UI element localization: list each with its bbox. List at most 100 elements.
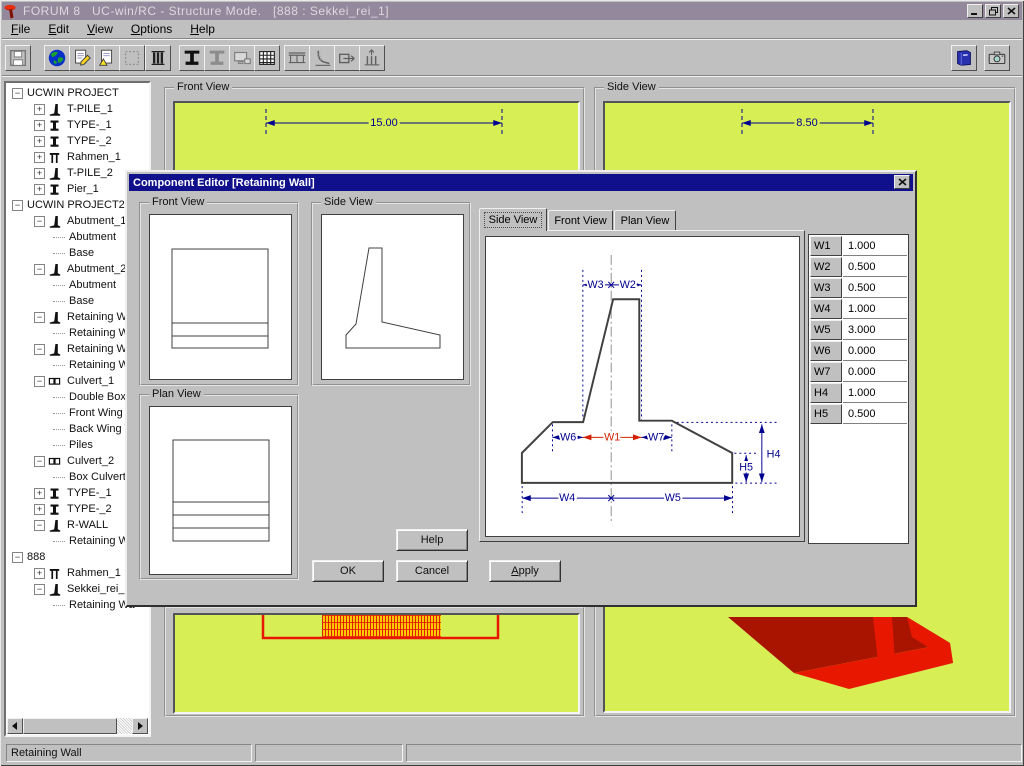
param-name-h5[interactable]: H5 bbox=[810, 404, 842, 424]
menu-options[interactable]: Options bbox=[122, 20, 181, 38]
param-value-w5[interactable]: 3.000 bbox=[843, 320, 907, 340]
piles-toolbar-button[interactable] bbox=[359, 45, 385, 71]
ok-button[interactable]: OK bbox=[312, 560, 384, 582]
export-document-toolbar-button[interactable] bbox=[94, 45, 120, 71]
dialog-close-button[interactable] bbox=[894, 175, 910, 189]
param-name-w2[interactable]: W2 bbox=[810, 257, 842, 277]
param-name-w6[interactable]: W6 bbox=[810, 341, 842, 361]
culvert-toolbar-button[interactable] bbox=[334, 45, 360, 71]
param-name-w3[interactable]: W3 bbox=[810, 278, 842, 298]
expand-icon[interactable]: + bbox=[34, 504, 45, 515]
side-view-dimension: 8.50 bbox=[796, 117, 817, 129]
t-pile-toolbar-button[interactable] bbox=[179, 45, 205, 71]
t-beam-3d-render bbox=[728, 617, 953, 689]
tree-item-ucwin-project[interactable]: −UCWIN PROJECT bbox=[7, 85, 148, 101]
tree-item-t-pile-1[interactable]: +T-PILE_1 bbox=[7, 101, 148, 117]
expand-icon[interactable]: + bbox=[34, 136, 45, 147]
menu-edit[interactable]: Edit bbox=[39, 20, 78, 38]
collapse-icon[interactable]: − bbox=[34, 216, 45, 227]
param-name-w1[interactable]: W1 bbox=[810, 236, 842, 256]
dialog-front-view-label: Front View bbox=[149, 196, 207, 208]
collapse-icon[interactable]: − bbox=[34, 312, 45, 323]
param-name-w5[interactable]: W5 bbox=[810, 320, 842, 340]
retaining-wall-toolbar-button[interactable] bbox=[309, 45, 335, 71]
collapse-icon[interactable]: − bbox=[34, 264, 45, 275]
collapse-icon[interactable]: − bbox=[12, 88, 23, 99]
app-logo-icon bbox=[4, 4, 19, 19]
status-pane-3 bbox=[406, 744, 1022, 762]
bridge-toolbar-button[interactable] bbox=[284, 45, 310, 71]
computer-toolbar-button[interactable] bbox=[229, 45, 255, 71]
expand-icon[interactable]: + bbox=[34, 184, 45, 195]
columns-toolbar-button[interactable] bbox=[145, 45, 171, 71]
collapse-icon[interactable]: − bbox=[12, 552, 23, 563]
tree-item-rahmen-1[interactable]: +Rahmen_1 bbox=[7, 149, 148, 165]
tree-item-label: Piles bbox=[69, 439, 93, 451]
front-view-dimension: 15.00 bbox=[370, 117, 398, 129]
expand-icon[interactable]: + bbox=[34, 568, 45, 579]
expand-icon[interactable]: + bbox=[34, 120, 45, 131]
tab-side-view[interactable]: Side View bbox=[479, 208, 547, 231]
param-value-w6[interactable]: 0.000 bbox=[843, 341, 907, 361]
cancel-button[interactable]: Cancel bbox=[396, 560, 468, 582]
expand-icon[interactable]: + bbox=[34, 488, 45, 499]
select-region-toolbar-button[interactable] bbox=[119, 45, 145, 71]
expand-icon[interactable]: + bbox=[34, 168, 45, 179]
svg-text:W3: W3 bbox=[587, 279, 603, 291]
close-button[interactable] bbox=[1003, 4, 1019, 18]
expand-icon[interactable]: + bbox=[34, 104, 45, 115]
scroll-left-button[interactable] bbox=[7, 718, 23, 734]
param-value-w1[interactable]: 1.000 bbox=[843, 236, 907, 256]
param-value-w4[interactable]: 1.000 bbox=[843, 299, 907, 319]
collapse-icon[interactable]: − bbox=[34, 344, 45, 355]
tree-item-label: T-PILE_2 bbox=[67, 167, 113, 179]
dialog-titlebar[interactable]: Component Editor [Retaining Wall] bbox=[129, 174, 913, 191]
save-toolbar-button[interactable] bbox=[5, 45, 31, 71]
minimize-button[interactable] bbox=[967, 4, 983, 18]
svg-text:W4: W4 bbox=[559, 492, 575, 504]
help-button[interactable]: Help bbox=[396, 529, 468, 551]
tree-item-type-2[interactable]: +TYPE-_2 bbox=[7, 133, 148, 149]
collapse-icon[interactable]: − bbox=[34, 456, 45, 467]
param-name-w7[interactable]: W7 bbox=[810, 362, 842, 382]
restore-button[interactable] bbox=[985, 4, 1001, 18]
param-name-w4[interactable]: W4 bbox=[810, 299, 842, 319]
pi-icon bbox=[48, 567, 63, 580]
collapse-icon[interactable]: − bbox=[34, 584, 45, 595]
grid-table-toolbar-button[interactable] bbox=[254, 45, 280, 71]
param-value-h4[interactable]: 1.000 bbox=[843, 383, 907, 403]
tab-plan-view[interactable]: Plan View bbox=[614, 210, 676, 230]
tree-item-type-1[interactable]: +TYPE-_1 bbox=[7, 117, 148, 133]
param-value-w7[interactable]: 0.000 bbox=[843, 362, 907, 382]
collapse-icon[interactable]: − bbox=[12, 200, 23, 211]
expand-icon[interactable]: + bbox=[34, 152, 45, 163]
tab-front-view[interactable]: Front View bbox=[548, 210, 613, 230]
svg-text:W6: W6 bbox=[560, 431, 576, 443]
menu-help[interactable]: Help bbox=[181, 20, 224, 38]
param-value-h5[interactable]: 0.500 bbox=[843, 404, 907, 424]
menu-file[interactable]: File bbox=[2, 20, 39, 38]
collapse-icon[interactable]: − bbox=[34, 520, 45, 531]
edit-document-toolbar-button[interactable] bbox=[69, 45, 95, 71]
tree-horizontal-scrollbar[interactable] bbox=[7, 718, 148, 734]
window-titlebar[interactable]: FORUM 8 UC-win/RC - Structure Mode. [888… bbox=[2, 2, 1022, 20]
reference-book-toolbar-button[interactable] bbox=[951, 45, 977, 71]
scroll-right-button[interactable] bbox=[132, 718, 148, 734]
scrollbar-thumb[interactable] bbox=[23, 718, 117, 734]
screenshot-camera-toolbar-button[interactable] bbox=[984, 45, 1010, 71]
menu-view[interactable]: View bbox=[78, 20, 122, 38]
param-value-w3[interactable]: 0.500 bbox=[843, 278, 907, 298]
tree-connector bbox=[53, 397, 65, 398]
tree-connector bbox=[53, 333, 65, 334]
apply-button[interactable]: Apply bbox=[489, 560, 561, 582]
collapse-icon[interactable]: − bbox=[34, 376, 45, 387]
bottom-left-view-canvas[interactable] bbox=[173, 613, 580, 714]
tree-connector bbox=[53, 429, 65, 430]
t-pile-disabled-toolbar-button[interactable] bbox=[204, 45, 230, 71]
t-pile-disabled-icon bbox=[206, 47, 228, 69]
globe-toolbar-button[interactable] bbox=[44, 45, 70, 71]
param-value-w2[interactable]: 0.500 bbox=[843, 257, 907, 277]
component-editor-dialog[interactable]: Component Editor [Retaining Wall] Front … bbox=[125, 170, 917, 607]
pile-icon bbox=[48, 519, 63, 532]
param-name-h4[interactable]: H4 bbox=[810, 383, 842, 403]
